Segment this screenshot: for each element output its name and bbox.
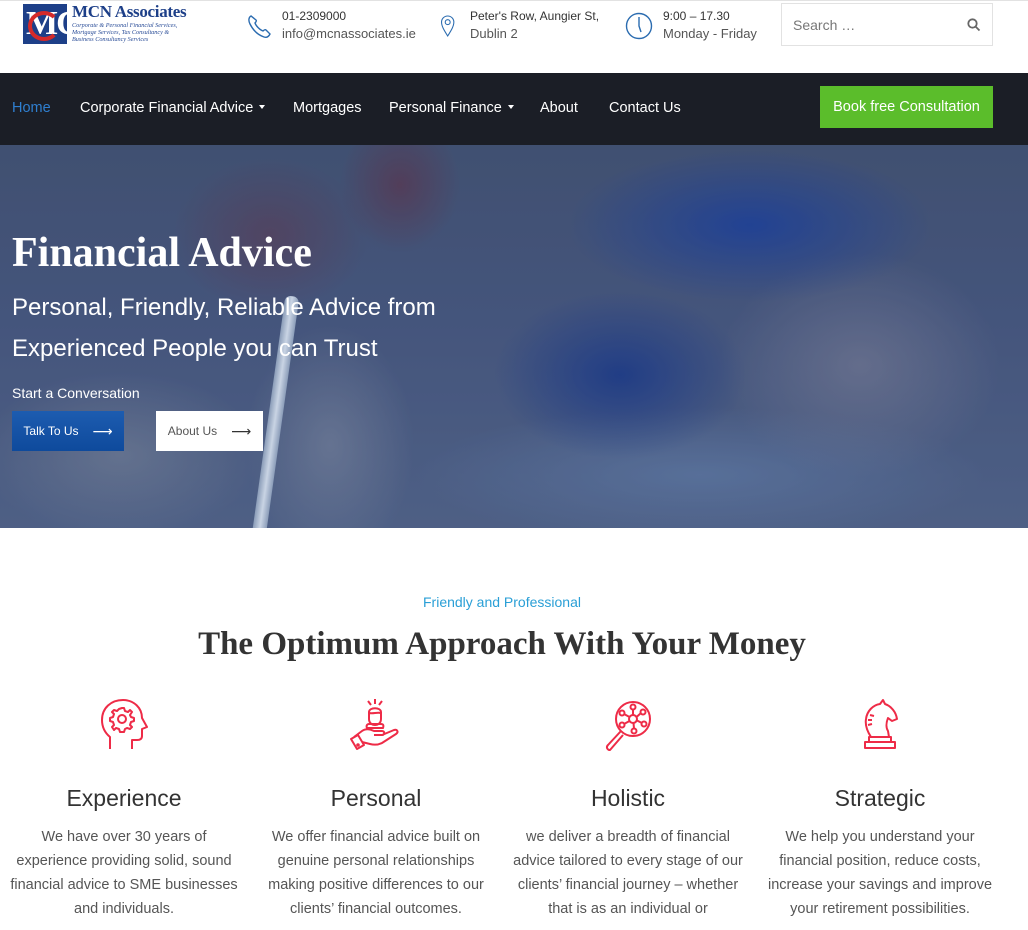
hero-banner: Financial Advice Personal, Friendly, Rel… xyxy=(0,145,1028,528)
hand-person-icon xyxy=(350,699,399,750)
section-title: The Optimum Approach With Your Money xyxy=(198,626,806,662)
feature-text: we deliver a breadth of financial advice… xyxy=(513,829,743,917)
brand-name: MCN Associates xyxy=(72,2,187,21)
logo[interactable]: MC MCN Associates Corporate & Personal F… xyxy=(23,2,198,48)
contact-phone-email: 01-2309000 info@mcnassociates.ie xyxy=(246,8,416,44)
feature-text: We offer financial advice built on genui… xyxy=(268,829,484,917)
feature-card-strategic: Strategic We help you understand your fi… xyxy=(765,695,995,921)
about-us-button[interactable]: About Us ⟶ xyxy=(156,411,263,451)
nav-item-about[interactable]: About xyxy=(540,99,578,117)
hero-subtitle: Personal, Friendly, Reliable Advice from… xyxy=(12,294,436,362)
address-line-2: Dublin 2 xyxy=(470,26,518,41)
feature-title: Personal xyxy=(330,785,422,811)
arrow-right-icon: ⟶ xyxy=(231,423,252,439)
top-bar: MC MCN Associates Corporate & Personal F… xyxy=(0,0,1028,73)
search-box xyxy=(781,3,993,46)
contact-hours: 9:00 – 17.30 Monday - Friday xyxy=(625,8,757,44)
talk-to-us-button[interactable]: Talk To Us ⟶ xyxy=(12,411,124,451)
feature-title: Holistic xyxy=(590,785,666,811)
magnifier-network-icon xyxy=(605,701,651,751)
search-icon[interactable] xyxy=(966,17,982,33)
chess-knight-icon xyxy=(864,699,898,749)
head-gear-icon xyxy=(101,699,148,749)
nav-item-personal-finance[interactable]: Personal Finance xyxy=(389,99,514,117)
nav-item-home[interactable]: Home xyxy=(12,99,51,117)
arrow-right-icon: ⟶ xyxy=(92,423,113,439)
book-consultation-button[interactable]: Book free Consultation xyxy=(820,86,993,128)
address-line-1: Peter's Row, Aungier St, xyxy=(470,9,600,23)
chevron-down-icon xyxy=(259,105,266,110)
contact-address: Peter's Row, Aungier St, Dublin 2 xyxy=(440,8,599,44)
hours-time: 9:00 – 17.30 xyxy=(663,9,730,23)
feature-text: We help you understand your financial po… xyxy=(767,829,993,917)
feature-card-holistic: Holistic we deliver a breadth of financi… xyxy=(513,695,743,921)
phone-number[interactable]: 01-2309000 xyxy=(282,8,416,24)
clock-icon xyxy=(625,12,653,40)
phone-icon xyxy=(248,15,271,38)
logo-mark-icon: MC xyxy=(23,4,67,44)
feature-title: Experience xyxy=(66,785,182,811)
search-input[interactable] xyxy=(782,4,952,45)
nav-item-contact-us[interactable]: Contact Us xyxy=(609,99,681,117)
feature-title: Strategic xyxy=(834,785,926,811)
section-eyebrow: Friendly and Professional xyxy=(423,594,581,610)
hero-title: Financial Advice xyxy=(12,230,312,276)
main-nav: Home Corporate Financial Advice Mortgage… xyxy=(0,73,1028,145)
feature-card-personal: Personal We offer financial advice built… xyxy=(261,695,491,921)
hero-cta-label: Start a Conversation xyxy=(12,385,140,401)
map-pin-icon xyxy=(440,15,455,38)
email-address[interactable]: info@mcnassociates.ie xyxy=(282,24,416,44)
chevron-down-icon xyxy=(507,105,514,110)
nav-item-corporate-financial-advice[interactable]: Corporate Financial Advice xyxy=(80,99,266,117)
nav-item-mortgages[interactable]: Mortgages xyxy=(293,99,362,117)
feature-text: We have over 30 years of experience prov… xyxy=(10,829,238,917)
brand-tagline: Corporate & Personal Financial Services,… xyxy=(72,22,178,43)
feature-card-experience: Experience We have over 30 years of expe… xyxy=(9,695,239,921)
hours-days: Monday - Friday xyxy=(663,26,757,41)
